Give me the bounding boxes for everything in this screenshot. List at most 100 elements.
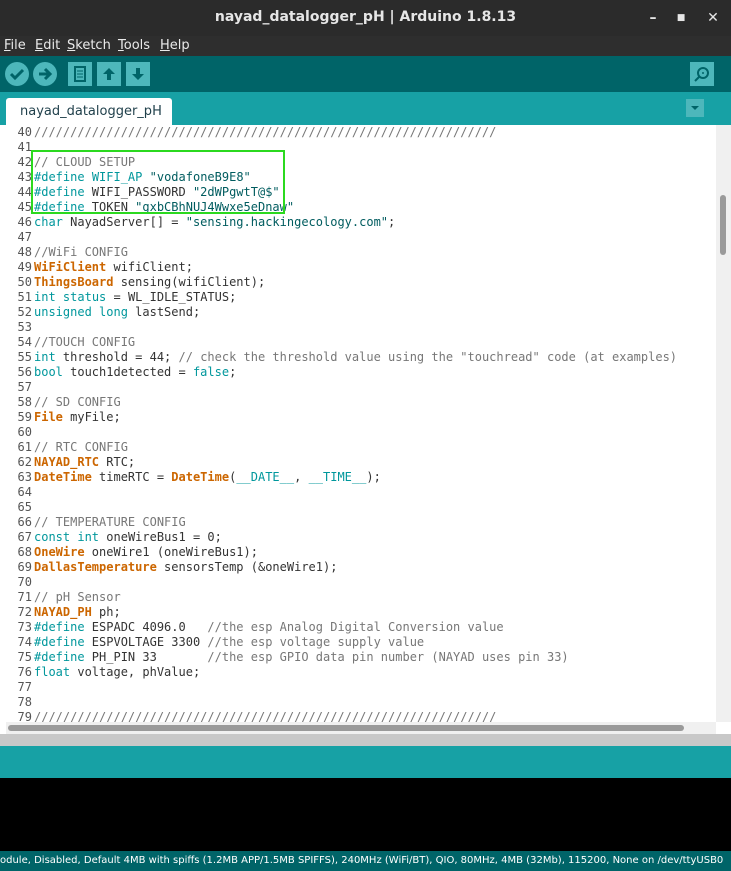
line-number: 64 [17,485,32,499]
open-icon [103,68,115,80]
horizontal-scroll-thumb[interactable] [8,725,684,731]
line-number: 77 [17,680,32,694]
menu-sketch[interactable]: Sketch [67,38,111,53]
line-number: 76 [17,665,32,679]
code-line[interactable]: // SD CONFIG [34,395,121,410]
line-number-gutter: 40 41 42 43 44 45 46 47 48 49 50 51 52 53 54 55 56 57 58 59… [6,125,32,722]
code-line[interactable]: bool touch1detected = false; [34,365,236,380]
serial-monitor-button[interactable] [690,62,714,86]
code-line[interactable]: //TOUCH CONFIG [34,335,135,350]
line-number: 58 [17,395,32,409]
toolbar [0,56,731,92]
code-line[interactable]: unsigned long lastSend; [34,305,200,320]
tab-bar: nayad_datalogger_pH § [0,92,731,146]
code-line[interactable]: ////////////////////////////////////////… [34,125,496,140]
minimize-button[interactable]: – [643,8,663,28]
menu-file[interactable]: File [4,38,26,53]
window-title: nayad_datalogger_pH | Arduino 1.8.13 [214,9,517,25]
code-line[interactable]: ThingsBoard sensing(wifiClient); [34,275,265,290]
line-number: 68 [17,545,32,559]
save-button[interactable] [126,62,150,86]
tab-menu-button[interactable] [686,99,704,117]
line-number: 65 [17,500,32,514]
line-number: 51 [17,290,32,304]
verify-icon [9,68,25,81]
code-line[interactable]: int status = WL_IDLE_STATUS; [34,290,236,305]
menu-edit[interactable]: Edit [35,38,60,53]
code-line[interactable]: ////////////////////////////////////////… [34,710,496,722]
code-line[interactable]: int threshold = 44; // check the thresho… [34,350,677,365]
line-number: 79 [17,710,32,722]
code-line[interactable]: #define ESPADC 4096.0 //the esp Analog D… [34,620,504,635]
line-number: 44 [17,185,32,199]
highlight-box [31,150,285,214]
line-number: 45 [17,200,32,214]
line-number: 69 [17,560,32,574]
line-number: 74 [17,635,32,649]
code-line[interactable]: //WiFi CONFIG [34,245,128,260]
line-number: 54 [17,335,32,349]
pane-divider[interactable] [0,734,731,746]
code-line[interactable]: OneWire oneWire1 (oneWireBus1); [34,545,258,560]
line-number: 55 [17,350,32,364]
line-number: 52 [17,305,32,319]
menu-bar: File Edit Sketch Tools Help [0,36,731,56]
line-number: 47 [17,230,32,244]
code-area[interactable]: ////////////////////////////////////////… [34,125,716,722]
board-info-bar: odule, Disabled, Default 4MB with spiffs… [0,851,731,871]
tab-sketch[interactable]: nayad_datalogger_pH § [6,98,172,146]
code-line[interactable]: #define PH_PIN 33 //the esp GPIO data pi… [34,650,569,665]
line-number: 48 [17,245,32,259]
save-icon [132,68,144,80]
menu-help[interactable]: Help [160,38,190,53]
open-button[interactable] [97,62,121,86]
code-line[interactable]: const int oneWireBus1 = 0; [34,530,222,545]
code-line[interactable]: // TEMPERATURE CONFIG [34,515,186,530]
serial-monitor-icon [694,67,709,82]
title-bar: nayad_datalogger_pH | Arduino 1.8.13 – ■… [0,0,731,36]
code-line[interactable]: DallasTemperature sensorsTemp (&oneWire1… [34,560,337,575]
code-line[interactable]: WiFiClient wifiClient; [34,260,193,275]
line-number: 41 [17,140,32,154]
line-number: 72 [17,605,32,619]
code-line[interactable]: NAYAD_RTC RTC; [34,455,135,470]
new-icon [74,66,86,82]
line-number: 78 [17,695,32,709]
horizontal-scrollbar[interactable] [6,722,716,734]
code-line[interactable]: #define ESPVOLTAGE 3300 //the esp voltag… [34,635,424,650]
new-button[interactable] [68,62,92,86]
console-output [0,778,731,851]
upload-icon [39,67,53,81]
code-editor[interactable]: 40 41 42 43 44 45 46 47 48 49 50 51 52 53 54 55 56 57 58 59… [6,125,716,722]
vertical-scrollbar[interactable] [716,125,731,722]
code-line[interactable]: float voltage, phValue; [34,665,200,680]
line-number: 49 [17,260,32,274]
line-number: 75 [17,650,32,664]
line-number: 61 [17,440,32,454]
line-number: 67 [17,530,32,544]
menu-tools[interactable]: Tools [118,38,150,53]
code-line[interactable]: // pH Sensor [34,590,121,605]
code-line[interactable]: DateTime timeRTC = DateTime(__DATE__, __… [34,470,381,485]
line-number: 53 [17,320,32,334]
code-line[interactable]: char NayadServer[] = "sensing.hackingeco… [34,215,395,230]
line-number: 59 [17,410,32,424]
line-number: 63 [17,470,32,484]
maximize-button[interactable]: ■ [671,8,691,28]
verify-button[interactable] [5,62,29,86]
line-number: 43 [17,170,32,184]
line-number: 42 [17,155,32,169]
line-number: 70 [17,575,32,589]
upload-button[interactable] [33,62,57,86]
code-line[interactable]: // RTC CONFIG [34,440,128,455]
line-number: 40 [17,125,32,139]
code-line[interactable]: NAYAD_PH ph; [34,605,121,620]
status-bar [0,746,731,778]
line-number: 50 [17,275,32,289]
line-number: 66 [17,515,32,529]
code-line[interactable]: File myFile; [34,410,121,425]
vertical-scroll-thumb[interactable] [720,195,726,255]
close-button[interactable]: ✕ [703,8,723,28]
line-number: 46 [17,215,32,229]
chevron-down-icon [691,106,699,110]
